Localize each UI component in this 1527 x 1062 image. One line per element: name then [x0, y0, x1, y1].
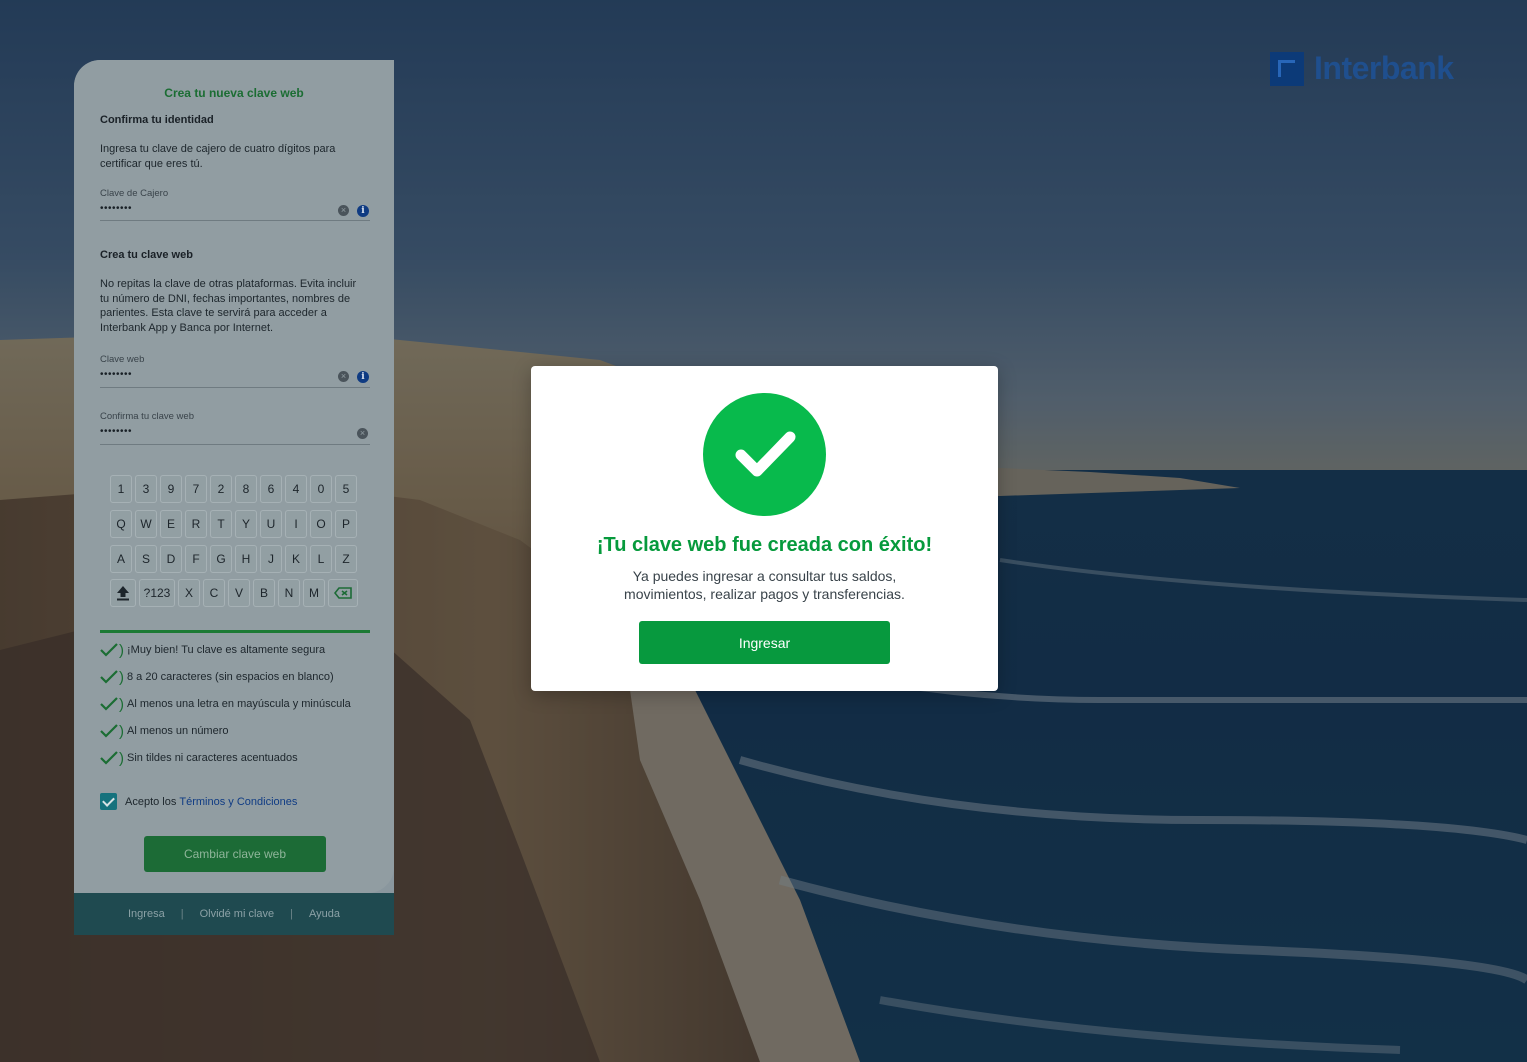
modal-message: Ya puedes ingresar a consultar tus saldo… — [624, 568, 905, 602]
backspace-key[interactable] — [328, 579, 358, 607]
footer-link-help[interactable]: Ayuda — [309, 908, 340, 920]
web-key-info-icon[interactable]: i — [357, 371, 369, 383]
confirm-clear-icon[interactable]: × — [357, 428, 368, 439]
key[interactable]: O — [310, 510, 332, 538]
key[interactable]: H — [235, 545, 257, 573]
key[interactable]: 8 — [235, 475, 257, 503]
check-icon — [100, 670, 118, 684]
identity-description: Ingresa tu clave de cajero de cuatro díg… — [100, 143, 336, 170]
upload-arrow-icon — [117, 586, 129, 601]
key[interactable]: Y — [235, 510, 257, 538]
check-icon — [100, 697, 118, 711]
web-key-field[interactable]: •••••••• — [100, 369, 132, 380]
password-form-panel: Crea tu nueva clave web Confirma tu iden… — [74, 60, 394, 935]
cashier-field-label: Clave de Cajero — [100, 188, 169, 199]
cashier-field-underline — [100, 220, 370, 221]
login-button[interactable]: Ingresar — [639, 621, 890, 664]
web-key-field-label: Clave web — [100, 354, 145, 365]
confirm-field-underline — [100, 444, 370, 445]
key[interactable]: A — [110, 545, 132, 573]
key[interactable]: R — [185, 510, 207, 538]
form-body: Crea tu nueva clave web Confirma tu iden… — [74, 60, 394, 893]
footer-separator: | — [290, 908, 293, 920]
rule-case: ) Al menos una letra en mayúscula y minú… — [100, 694, 351, 714]
key[interactable]: 4 — [285, 475, 307, 503]
password-strength-bar — [100, 630, 370, 633]
rule-text: Sin tildes ni caracteres acentuados — [127, 752, 298, 764]
footer-separator: | — [180, 908, 184, 920]
key[interactable]: C — [203, 579, 225, 607]
key[interactable]: Z — [335, 545, 357, 573]
rule-length: ) 8 a 20 caracteres (sin espacios en bla… — [100, 667, 334, 687]
footer-link-login[interactable]: Ingresa — [128, 908, 165, 920]
key[interactable]: X — [178, 579, 200, 607]
symbols-key[interactable]: ?123 — [139, 579, 175, 607]
key[interactable]: 9 — [160, 475, 182, 503]
key[interactable]: F — [185, 545, 207, 573]
rule-text: Al menos una letra en mayúscula y minúsc… — [127, 698, 351, 710]
rule-number: ) Al menos un número — [100, 721, 229, 741]
key[interactable]: 0 — [310, 475, 332, 503]
key[interactable]: 7 — [185, 475, 207, 503]
rule-text: Al menos un número — [127, 725, 229, 737]
key[interactable]: D — [160, 545, 182, 573]
cashier-field[interactable]: •••••••• — [100, 203, 132, 214]
backspace-icon — [334, 587, 352, 599]
footer-link-forgot[interactable]: Olvidé mi clave — [200, 908, 275, 920]
identity-heading: Confirma tu identidad — [100, 114, 214, 126]
key[interactable]: S — [135, 545, 157, 573]
key[interactable]: 2 — [210, 475, 232, 503]
key[interactable]: 5 — [335, 475, 357, 503]
rule-strength: ) ¡Muy bien! Tu clave es altamente segur… — [100, 640, 325, 660]
key[interactable]: I — [285, 510, 307, 538]
key[interactable]: N — [278, 579, 300, 607]
rule-text: ¡Muy bien! Tu clave es altamente segura — [127, 644, 326, 656]
panel-footer: Ingresa | Olvidé mi clave | Ayuda — [74, 893, 394, 935]
key[interactable]: U — [260, 510, 282, 538]
key[interactable]: E — [160, 510, 182, 538]
key[interactable]: W — [135, 510, 157, 538]
key[interactable]: 1 — [110, 475, 132, 503]
logo-mark-icon — [1270, 51, 1304, 86]
cashier-clear-icon[interactable]: × — [338, 205, 349, 216]
terms-row: Acepto los Términos y Condiciones — [100, 793, 297, 810]
rule-text: 8 a 20 caracteres (sin espacios en blanc… — [127, 671, 334, 683]
key[interactable]: L — [310, 545, 332, 573]
check-icon — [100, 643, 118, 657]
modal-title: ¡Tu clave web fue creada con éxito! — [596, 534, 933, 556]
confirm-field[interactable]: •••••••• — [100, 426, 132, 437]
key[interactable]: V — [228, 579, 250, 607]
key[interactable]: J — [260, 545, 282, 573]
check-circle-icon — [703, 393, 826, 516]
check-icon — [100, 751, 118, 765]
check-icon — [100, 724, 118, 738]
web-key-clear-icon[interactable]: × — [338, 371, 349, 382]
shift-key[interactable] — [110, 579, 136, 607]
terms-prefix: Acepto los — [125, 795, 177, 808]
form-title: Crea tu nueva clave web — [164, 86, 304, 100]
confirm-field-label: Confirma tu clave web — [100, 411, 194, 422]
key[interactable]: B — [253, 579, 275, 607]
terms-checkbox[interactable] — [100, 793, 117, 810]
web-key-description: No repitas la clave de otras plataformas… — [100, 278, 357, 334]
brand-logo: Interbank — [1270, 50, 1454, 87]
key[interactable]: M — [303, 579, 325, 607]
logo-text: Interbank — [1314, 50, 1454, 86]
change-password-button[interactable]: Cambiar clave web — [144, 836, 326, 872]
rule-accents: ) Sin tildes ni caracteres acentuados — [100, 748, 298, 768]
cashier-info-icon[interactable]: i — [357, 205, 369, 217]
key[interactable]: T — [210, 510, 232, 538]
key[interactable]: 6 — [260, 475, 282, 503]
key[interactable]: G — [210, 545, 232, 573]
key[interactable]: K — [285, 545, 307, 573]
web-key-heading: Crea tu clave web — [100, 249, 193, 261]
key[interactable]: 3 — [135, 475, 157, 503]
success-modal: ¡Tu clave web fue creada con éxito! Ya p… — [531, 366, 998, 691]
web-key-field-underline — [100, 387, 370, 388]
terms-link[interactable]: Términos y Condiciones — [179, 796, 297, 808]
key[interactable]: P — [335, 510, 357, 538]
key[interactable]: Q — [110, 510, 132, 538]
